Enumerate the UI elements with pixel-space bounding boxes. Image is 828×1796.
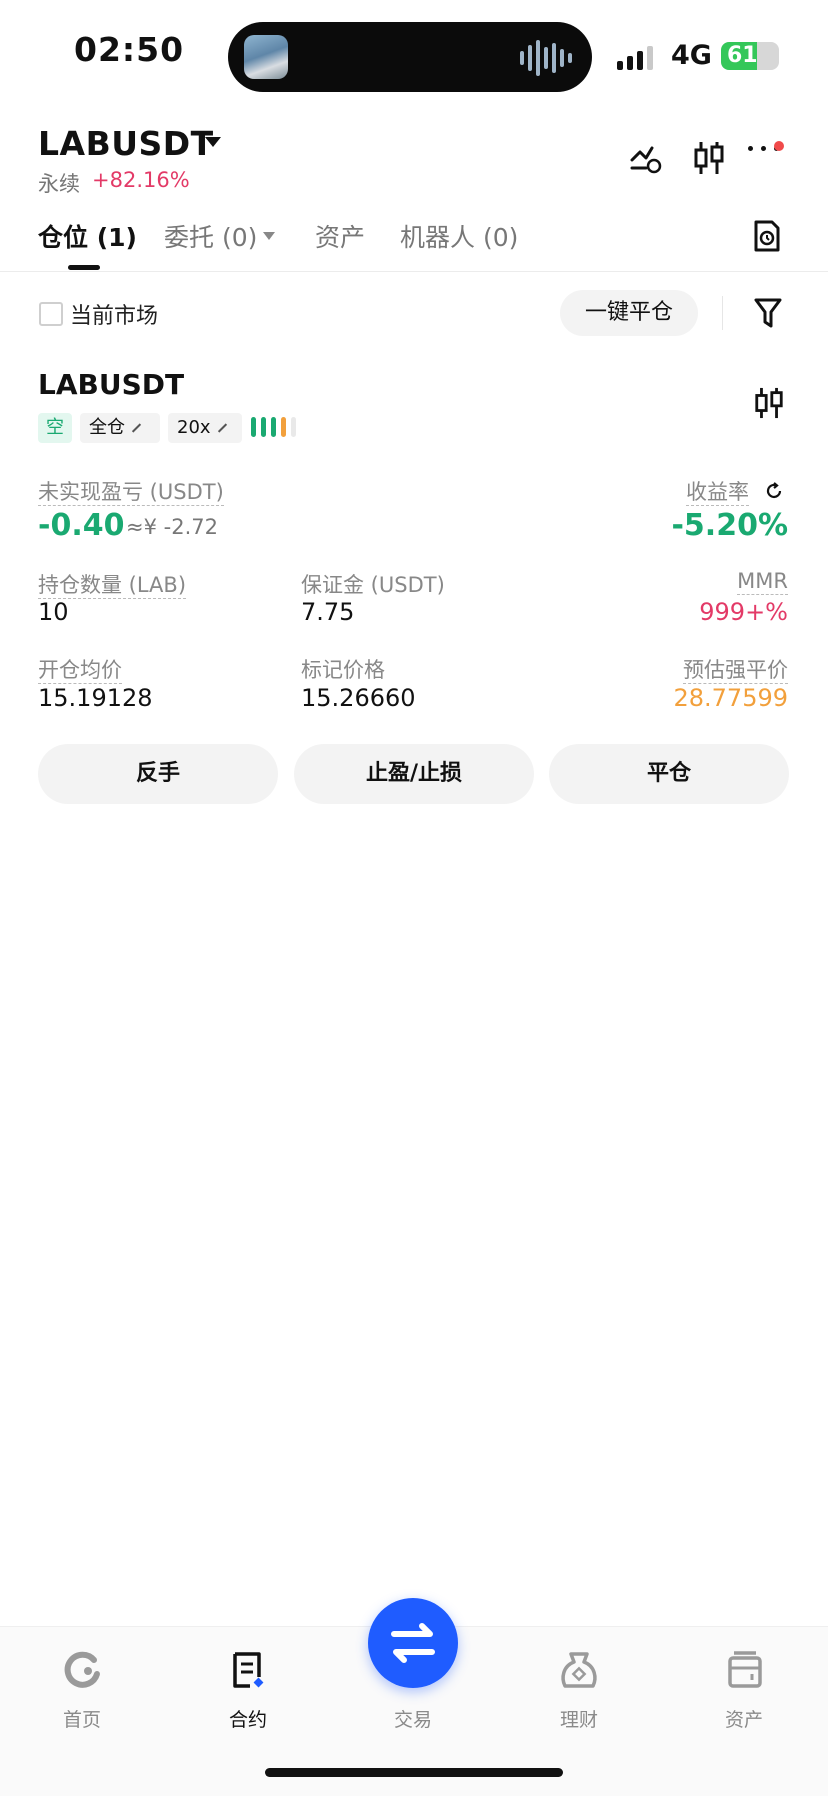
home-icon[interactable] bbox=[32, 1650, 132, 1690]
close-all-button[interactable]: 一键平仓 bbox=[560, 290, 698, 336]
tab-assets[interactable]: 资产 bbox=[315, 218, 365, 254]
liq-price-value: 28.77599 bbox=[673, 684, 788, 712]
margin-label: 保证金 (USDT) bbox=[301, 573, 445, 597]
qty-value: 10 bbox=[38, 598, 69, 626]
position-chart-icon[interactable] bbox=[753, 386, 785, 420]
battery-indicator: 61 bbox=[721, 42, 779, 70]
contract-icon[interactable] bbox=[198, 1650, 298, 1690]
finance-icon[interactable] bbox=[529, 1650, 629, 1690]
side-tag: 空 bbox=[38, 413, 72, 443]
nav-assets-label[interactable]: 资产 bbox=[694, 1705, 794, 1732]
mmr-value: 999+% bbox=[699, 598, 788, 626]
margin-value: 7.75 bbox=[301, 598, 355, 626]
wallet-icon[interactable] bbox=[694, 1650, 794, 1690]
nav-contract-label[interactable]: 合约 bbox=[198, 1705, 298, 1732]
position-symbol[interactable]: LABUSDT bbox=[38, 368, 184, 401]
mark-price-value: 15.26660 bbox=[301, 684, 416, 712]
refresh-icon[interactable] bbox=[764, 481, 784, 501]
reverse-button[interactable]: 反手 bbox=[38, 744, 278, 804]
active-tab-indicator bbox=[68, 265, 100, 270]
roe-value: -5.20% bbox=[671, 508, 788, 543]
leverage-tag[interactable]: 20x bbox=[168, 413, 242, 443]
entry-price-label[interactable]: 开仓均价 bbox=[38, 658, 122, 684]
unrealized-pnl-value: -0.40 bbox=[38, 508, 125, 543]
mark-price-label: 标记价格 bbox=[301, 658, 385, 682]
edit-icon bbox=[217, 423, 227, 433]
qty-label[interactable]: 持仓数量 (LAB) bbox=[38, 573, 187, 599]
unrealized-pnl-cny: ≈¥ -2.72 bbox=[126, 515, 218, 539]
leverage-label: 20x bbox=[177, 417, 211, 438]
swap-icon bbox=[391, 1623, 435, 1663]
liq-price-label[interactable]: 预估强平价 bbox=[683, 658, 788, 684]
pair-title[interactable]: LABUSDT bbox=[38, 124, 214, 163]
nav-finance-label[interactable]: 理财 bbox=[529, 1705, 629, 1732]
contract-type: 永续 bbox=[38, 172, 80, 196]
candlestick-chart-icon[interactable] bbox=[692, 140, 726, 176]
margin-mode-label: 全仓 bbox=[89, 417, 125, 438]
nav-trade-label[interactable]: 交易 bbox=[363, 1705, 463, 1732]
dynamic-island bbox=[228, 22, 592, 92]
filter-divider bbox=[722, 296, 723, 330]
close-position-button[interactable]: 平仓 bbox=[549, 744, 789, 804]
pair-dropdown-icon[interactable] bbox=[205, 137, 221, 147]
home-indicator[interactable] bbox=[265, 1768, 563, 1777]
orders-dropdown-icon[interactable] bbox=[263, 232, 275, 240]
tpsl-button[interactable]: 止盈/止损 bbox=[294, 744, 534, 804]
mmr-label[interactable]: MMR bbox=[737, 569, 788, 595]
notification-dot bbox=[774, 141, 784, 151]
nav-home-label[interactable]: 首页 bbox=[32, 1705, 132, 1732]
price-alert-icon[interactable] bbox=[628, 140, 664, 176]
entry-price-value: 15.19128 bbox=[38, 684, 153, 712]
risk-level-bars bbox=[251, 417, 296, 437]
edit-icon bbox=[131, 423, 142, 433]
now-playing-artwork bbox=[244, 35, 288, 79]
current-market-checkbox[interactable] bbox=[39, 302, 63, 326]
status-time: 02:50 bbox=[74, 30, 185, 69]
roe-label[interactable]: 收益率 bbox=[686, 480, 749, 506]
cell-signal-icon bbox=[617, 46, 653, 70]
network-type: 4G bbox=[671, 40, 712, 71]
current-market-label[interactable]: 当前市场 bbox=[70, 298, 158, 330]
tab-orders[interactable]: 委托 (0) bbox=[164, 218, 257, 254]
tab-bots[interactable]: 机器人 (0) bbox=[400, 218, 518, 254]
tabs-divider bbox=[0, 271, 828, 272]
margin-mode-tag[interactable]: 全仓 bbox=[80, 413, 160, 443]
history-document-icon[interactable] bbox=[752, 219, 782, 253]
filter-icon[interactable] bbox=[753, 296, 783, 330]
trade-fab-button[interactable] bbox=[368, 1598, 458, 1688]
price-change: +82.16% bbox=[92, 168, 190, 192]
unrealized-pnl-label[interactable]: 未实现盈亏 (USDT) bbox=[38, 480, 224, 506]
tab-positions[interactable]: 仓位 (1) bbox=[38, 218, 137, 254]
audio-wave-icon bbox=[520, 40, 572, 76]
